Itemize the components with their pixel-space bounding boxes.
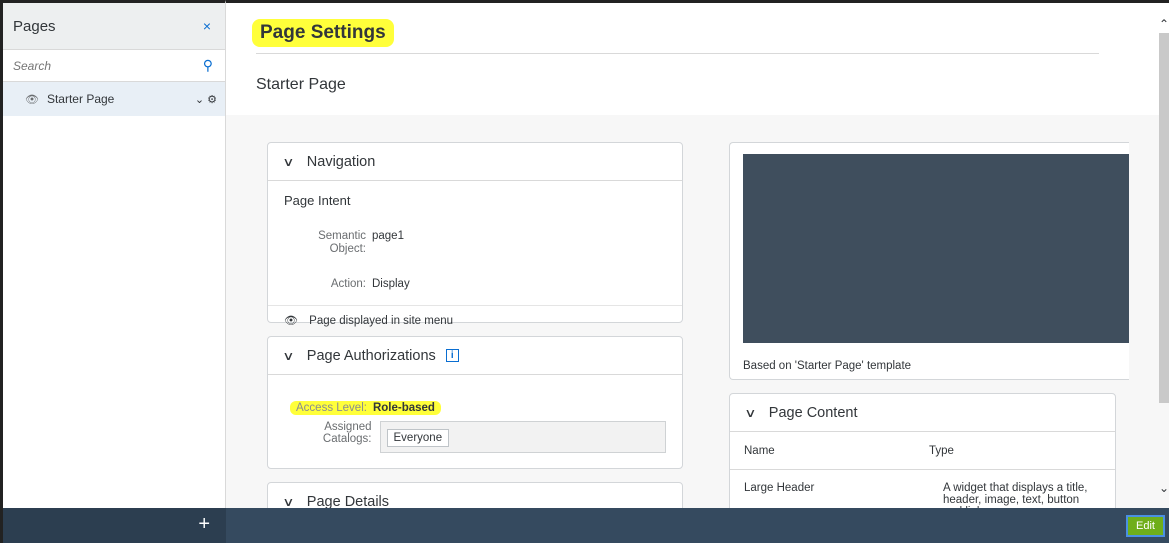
main-panel: Page Settings Starter Page ∨ Navigation … [226,0,1169,508]
sidebar-search: ⚲ [3,50,225,82]
template-caption: Based on 'Starter Page' template [743,360,912,372]
page-content-card-title: Page Content [768,404,858,421]
close-icon[interactable]: × [203,18,211,34]
page-content-card-header[interactable]: ∨ Page Content [730,394,1115,432]
site-menu-text: Page displayed in site menu [309,315,454,327]
page-header: Page Settings Starter Page [226,3,1169,115]
page-intent-label: Page Intent [284,193,351,208]
content-name-cell: Large Header [744,482,815,494]
semantic-object-label: Semantic Object: [318,230,366,255]
access-level-highlight: Access Level: Role-based [290,401,441,415]
authorizations-card: ∨ Page Authorizations i Access Level: Ro… [267,336,683,469]
access-level-row: Access Level: Role-based [284,401,666,415]
scroll-up-icon[interactable]: ⌃ [1159,17,1169,31]
details-card: ∨ Page Details [267,482,683,508]
action-label: Action: [330,278,366,290]
semantic-object-value: page1 [372,230,404,242]
sidebar-footer: + [0,508,226,543]
chevron-down-icon[interactable]: ∨ [744,406,756,420]
eye-icon: 👁 [25,93,39,106]
template-thumbnail [743,154,1129,343]
info-icon[interactable]: i [445,349,459,362]
catalogs-field: Everyone [379,421,666,453]
catalog-token: Everyone [386,429,450,447]
details-card-header[interactable]: ∨ Page Details [268,483,682,508]
page-title: Page Settings [252,19,394,47]
access-level-label: Access Level: [296,402,367,414]
authorizations-body: Access Level: Role-based Assigned Catalo… [268,375,682,453]
bottom-toolbar: + Edit [0,508,1169,543]
page-subtitle: Starter Page [256,76,346,93]
action-row: Action: Display [284,278,682,291]
authorizations-card-title: Page Authorizations [306,347,436,364]
sidebar-item-starter-page[interactable]: 👁 Starter Page ⌄ ⚙ [3,82,225,116]
pages-sidebar: Pages × ⚲ 👁 Starter Page ⌄ ⚙ [0,0,226,508]
action-value: Display [372,278,410,290]
content-table-header: Name Type [730,432,1115,470]
navigation-card-header[interactable]: ∨ Navigation [268,143,682,181]
page-actions-icon[interactable]: ⌄ ⚙ [195,93,217,106]
edit-button[interactable]: Edit [1126,515,1165,537]
site-menu-status: 👁 Page displayed in site menu [268,305,682,335]
column-header-name: Name [744,444,775,457]
chevron-down-icon[interactable]: ∨ [282,155,294,169]
sidebar-header: Pages × [3,3,225,50]
search-input[interactable] [13,58,163,73]
table-row[interactable]: Large Header A widget that displays a ti… [730,470,1115,508]
sidebar-title: Pages [13,17,56,35]
navigation-card-title: Navigation [306,153,376,170]
catalogs-label: Assigned Catalogs: [322,421,372,445]
details-card-title: Page Details [306,494,390,508]
template-preview-card: Based on 'Starter Page' template [729,142,1129,380]
column-header-type: Type [929,444,954,457]
sidebar-item-label: Starter Page [46,92,115,106]
navigation-card: ∨ Navigation Page Intent Semantic Object… [267,142,683,327]
add-page-button[interactable]: + [198,513,210,536]
access-level-value: Role-based [372,402,435,414]
scrollbar[interactable] [1159,33,1169,403]
catalogs-row: Assigned Catalogs: Everyone [284,421,666,453]
scroll-down-icon[interactable]: ⌄ [1159,481,1169,495]
page-content-card: ∨ Page Content Name Type Large Header A … [729,393,1116,508]
search-icon[interactable]: ⚲ [203,57,213,74]
content-type-cell: A widget that displays a title, header, … [943,482,1088,508]
chevron-down-icon[interactable]: ∨ [282,349,294,363]
chevron-down-icon[interactable]: ∨ [282,495,294,508]
eye-icon: 👁 [284,315,298,327]
semantic-object-row: Semantic Object: page1 [284,230,682,256]
title-divider [256,53,1099,54]
authorizations-card-header[interactable]: ∨ Page Authorizations i [268,337,682,375]
